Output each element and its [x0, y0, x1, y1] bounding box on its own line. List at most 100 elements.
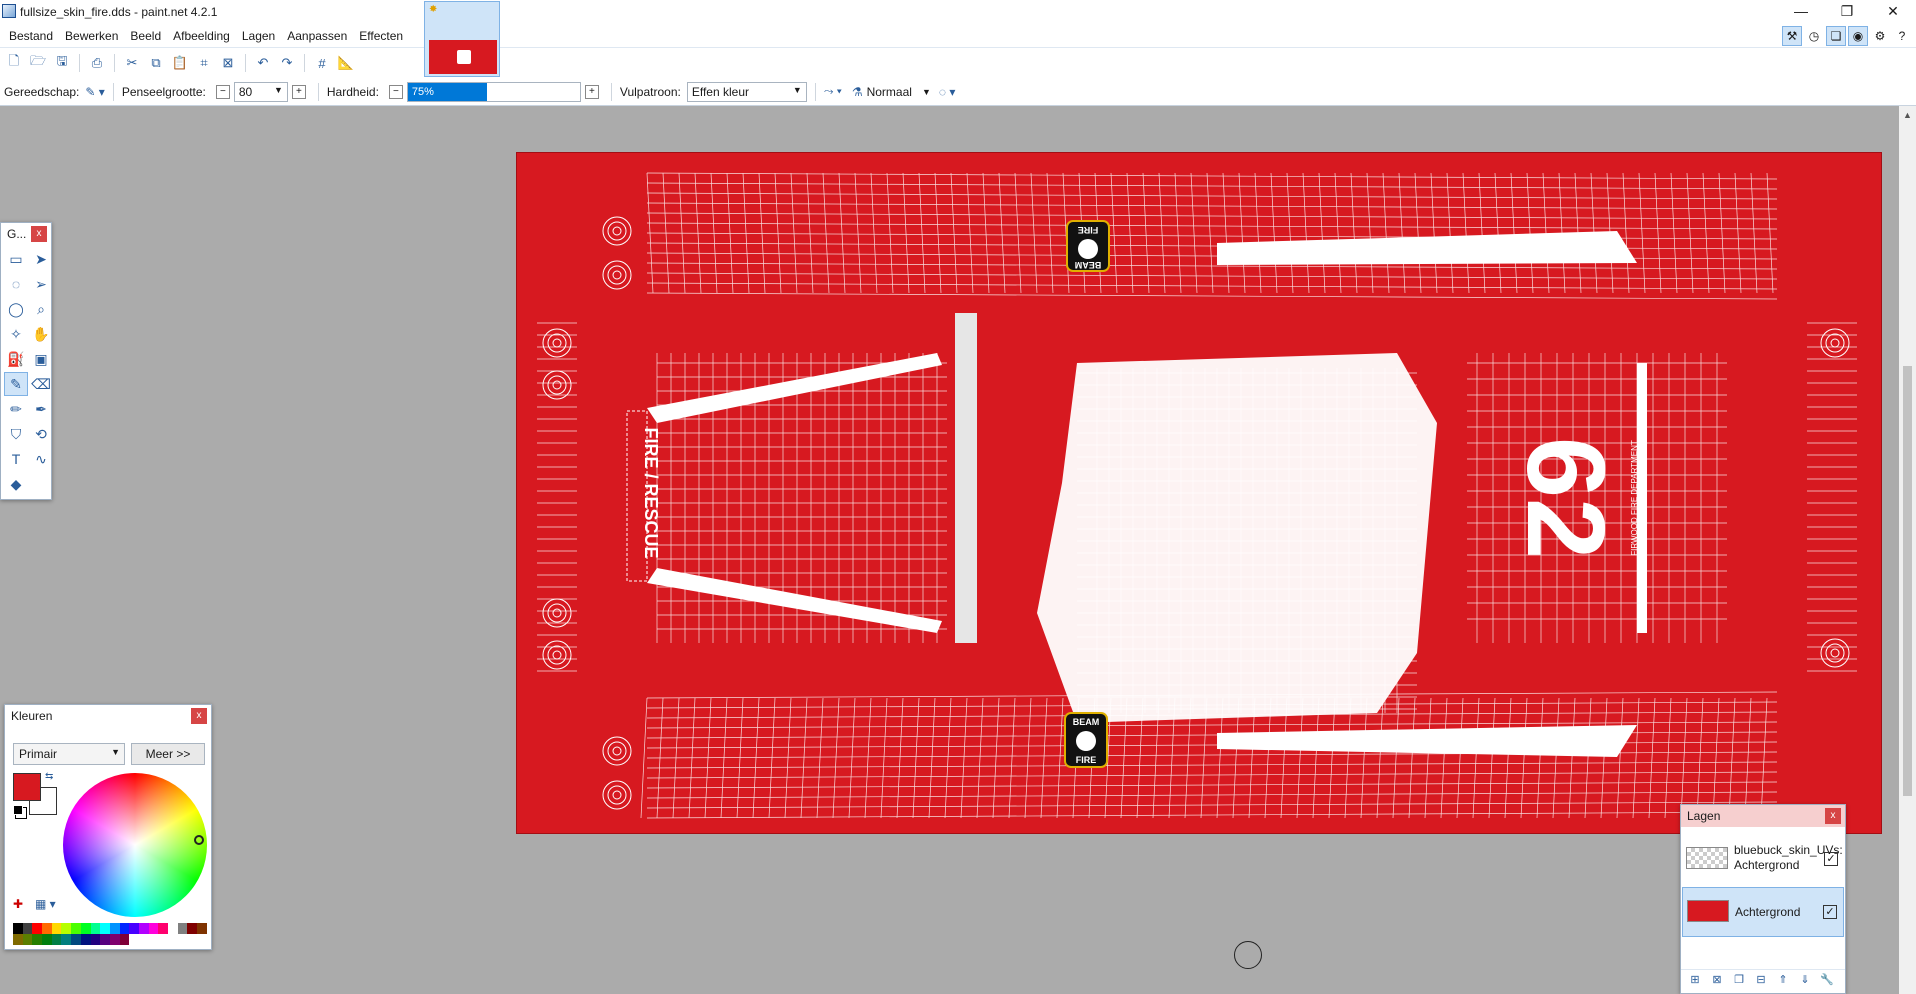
- chevron-down-icon[interactable]: ▼: [922, 87, 931, 97]
- eraser-icon[interactable]: ⌫: [29, 372, 53, 396]
- menu-bestand[interactable]: Bestand: [3, 24, 59, 47]
- zoom-icon[interactable]: ⌕: [29, 297, 53, 321]
- save-icon[interactable]: 🖫: [51, 52, 73, 74]
- palette-swatch[interactable]: [168, 923, 178, 934]
- maximize-button[interactable]: ❐: [1824, 0, 1870, 24]
- layer-row[interactable]: Achtergrond ✓: [1682, 887, 1844, 937]
- palette-swatch[interactable]: [42, 923, 52, 934]
- selection-clip-icon[interactable]: ◌ ▾: [939, 85, 956, 99]
- palette-swatch[interactable]: [100, 923, 110, 934]
- add-to-palette-icon[interactable]: ✚: [13, 897, 23, 911]
- menu-bewerken[interactable]: Bewerken: [59, 24, 124, 47]
- more-colors-button[interactable]: Meer >>: [131, 743, 205, 765]
- color-wheel-cursor[interactable]: [194, 835, 204, 845]
- fill-select[interactable]: Effen kleur ▼: [686, 81, 807, 102]
- open-icon[interactable]: 🗁: [27, 52, 49, 74]
- antialiasing-icon[interactable]: ⤳ ▾: [824, 84, 842, 99]
- crop-icon[interactable]: ⌗: [193, 52, 215, 74]
- palette-swatch[interactable]: [80, 923, 91, 934]
- text-icon[interactable]: T: [4, 447, 28, 471]
- magic-wand-icon[interactable]: ✧: [4, 322, 28, 346]
- move-layer-down-icon[interactable]: ⇓: [1795, 973, 1815, 991]
- palette-swatch[interactable]: [71, 923, 81, 934]
- palette-swatch[interactable]: [32, 923, 43, 934]
- palette-swatch[interactable]: [22, 923, 33, 934]
- move-selected-icon[interactable]: ➢: [29, 272, 53, 296]
- paint-bucket-icon[interactable]: ⛽: [4, 347, 28, 371]
- palette-swatch[interactable]: [100, 934, 110, 945]
- color-picker-icon[interactable]: ✒: [29, 397, 53, 421]
- move-layer-up-icon[interactable]: ⇑: [1773, 973, 1793, 991]
- palette-swatch[interactable]: [22, 934, 33, 945]
- document-tab-thumbnail[interactable]: ✸: [424, 1, 500, 77]
- paintbrush-icon[interactable]: ✎: [4, 372, 28, 396]
- menu-aanpassen[interactable]: Aanpassen: [281, 24, 353, 47]
- palette-swatch[interactable]: [138, 923, 149, 934]
- settings-icon[interactable]: ⚙: [1870, 26, 1890, 46]
- primary-color-swatch[interactable]: [13, 773, 41, 801]
- palette-swatch[interactable]: [119, 934, 130, 945]
- palette-swatch[interactable]: [71, 934, 81, 945]
- palette-swatch[interactable]: [148, 923, 159, 934]
- ruler-icon[interactable]: 📐: [335, 52, 357, 74]
- brush-size-increase-button[interactable]: +: [291, 84, 306, 99]
- vertical-scrollbar[interactable]: ▲: [1899, 106, 1916, 994]
- layers-window-icon[interactable]: ❏: [1826, 26, 1846, 46]
- move-selection-icon[interactable]: ➤: [29, 247, 53, 271]
- palette-swatch[interactable]: [158, 923, 168, 934]
- layers-panel-header[interactable]: Lagen x: [1681, 805, 1845, 827]
- copy-icon[interactable]: ⧉: [145, 52, 167, 74]
- palette-swatch[interactable]: [51, 923, 62, 934]
- scroll-up-icon[interactable]: ▲: [1903, 110, 1912, 120]
- colors-window-icon[interactable]: ◉: [1848, 26, 1868, 46]
- palette-swatch[interactable]: [109, 934, 120, 945]
- brush-size-decrease-button[interactable]: −: [215, 84, 230, 99]
- palette-swatch[interactable]: [109, 923, 120, 934]
- duplicate-layer-icon[interactable]: ❐: [1729, 973, 1749, 991]
- grid-icon[interactable]: #: [311, 52, 333, 74]
- palette-swatch[interactable]: [187, 923, 198, 934]
- menu-lagen[interactable]: Lagen: [236, 24, 281, 47]
- recolor-icon[interactable]: ⟲: [29, 422, 53, 446]
- pan-icon[interactable]: ✋: [29, 322, 53, 346]
- palette-swatch[interactable]: [32, 934, 43, 945]
- brush-size-input[interactable]: 80 ▼: [233, 81, 288, 102]
- palette-swatch[interactable]: [197, 923, 207, 934]
- layer-properties-icon[interactable]: 🔧: [1817, 973, 1837, 991]
- hardness-decrease-button[interactable]: −: [388, 84, 403, 99]
- swap-colors-icon[interactable]: ⇆: [45, 771, 53, 782]
- deselect-icon[interactable]: ⊠: [217, 52, 239, 74]
- palette-swatch[interactable]: [90, 923, 101, 934]
- add-layer-icon[interactable]: ⊞: [1685, 973, 1705, 991]
- layer-visibility-checkbox[interactable]: ✓: [1823, 905, 1837, 919]
- color-mode-select[interactable]: Primair ▼: [13, 743, 125, 765]
- colors-panel-close-button[interactable]: x: [191, 708, 207, 724]
- tools-panel-header[interactable]: G... x: [1, 223, 51, 245]
- menu-afbeelding[interactable]: Afbeelding: [167, 24, 236, 47]
- ellipse-select-icon[interactable]: ◯: [4, 297, 28, 321]
- new-icon[interactable]: 🗋: [3, 52, 25, 74]
- tools-window-icon[interactable]: ⚒: [1782, 26, 1802, 46]
- minimize-button[interactable]: —: [1778, 0, 1824, 24]
- hardness-increase-button[interactable]: +: [584, 84, 599, 99]
- cut-icon[interactable]: ✂: [121, 52, 143, 74]
- palette-swatch[interactable]: [129, 923, 139, 934]
- palette-swatch[interactable]: [51, 934, 62, 945]
- redo-icon[interactable]: ↷: [276, 52, 298, 74]
- reset-colors-icon[interactable]: [13, 805, 23, 815]
- paintbrush-tool-icon[interactable]: ✎ ▾: [85, 85, 104, 99]
- rectangle-select-icon[interactable]: ▭: [4, 247, 28, 271]
- palette-swatch[interactable]: [80, 934, 91, 945]
- close-button[interactable]: ✕: [1870, 0, 1916, 24]
- scroll-thumb[interactable]: [1903, 366, 1912, 796]
- line-curve-icon[interactable]: ∿: [29, 447, 53, 471]
- layer-row[interactable]: bluebuck_skin_UVs: Achtergrond ✓: [1682, 835, 1844, 885]
- colors-panel-header[interactable]: Kleuren x: [5, 705, 211, 727]
- merge-layer-icon[interactable]: ⊟: [1751, 973, 1771, 991]
- tools-panel-close-button[interactable]: x: [31, 226, 47, 242]
- blend-mode-value[interactable]: Normaal: [867, 85, 912, 99]
- palette-swatch[interactable]: [42, 934, 52, 945]
- hardness-slider[interactable]: 75%: [406, 81, 581, 102]
- palette-swatch[interactable]: [61, 923, 72, 934]
- layer-visibility-checkbox[interactable]: ✓: [1824, 852, 1838, 866]
